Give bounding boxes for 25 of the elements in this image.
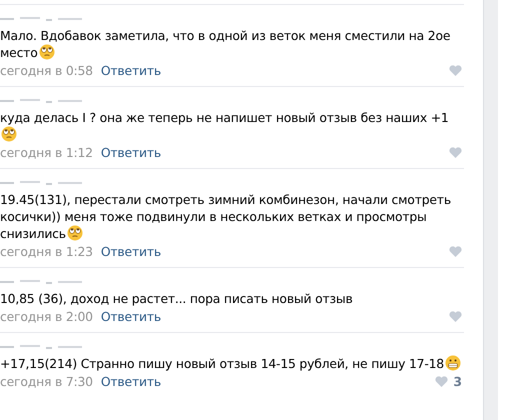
comment-text: 10,85 (36), доход не растет... пора писать новый отзыв [0, 290, 354, 307]
comment-text: 19.45(131), перестали смотреть зимний комбинезон, начали смотреть косички)) меня тоже подвинули в нескольких ветках и просмотры снизились [0, 191, 452, 242]
heart-icon [449, 65, 462, 76]
reply-link[interactable]: Ответить [100, 144, 161, 161]
reply-link[interactable]: Ответить [100, 373, 161, 390]
comment-time: сегодня в 1:12 [0, 144, 93, 161]
heart-icon [449, 147, 462, 158]
heart-icon [435, 376, 448, 387]
heart-icon [449, 246, 462, 257]
like-button[interactable] [449, 246, 464, 257]
like-button[interactable] [449, 147, 464, 158]
like-button[interactable] [449, 65, 464, 76]
reply-link[interactable]: Ответить [100, 308, 161, 325]
comment-text: Мало. Вдобавок заметила, что в одной из веток меня сместили на 2ое место [0, 27, 452, 61]
comment-time: сегодня в 2:00 [0, 308, 93, 325]
comment-time: сегодня в 0:58 [0, 62, 93, 79]
comment-time: сегодня в 7:30 [0, 373, 93, 390]
comment-text: +17,15(214) Странно пишу новый отзыв 14-15 рублей, не пишу 17-18 [0, 355, 464, 372]
reply-link[interactable]: Ответить [100, 243, 161, 260]
like-button[interactable] [449, 311, 464, 322]
heart-icon [449, 311, 462, 322]
like-button[interactable]: 3 [435, 373, 464, 390]
comment-time: сегодня в 1:23 [0, 243, 93, 260]
comment-text: куда делась I ? она же теперь не напишет новый отзыв без наших +1 [0, 109, 464, 143]
reply-link[interactable]: Ответить [100, 62, 161, 79]
